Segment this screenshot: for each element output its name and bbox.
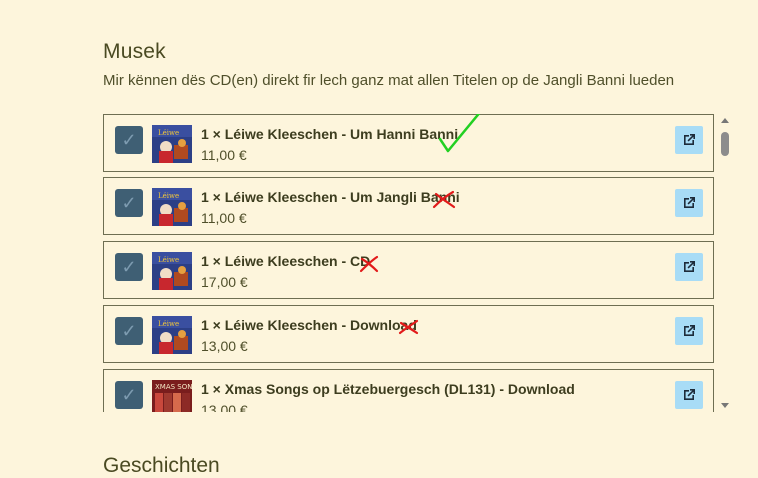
list-item: ✓ Léiwe 1 × Léiwe Kleeschen - Um Hanni B… bbox=[103, 114, 714, 172]
item-name: 1 × Léiwe Kleeschen - Um Hanni Banni bbox=[201, 126, 459, 142]
item-checkbox[interactable]: ✓ bbox=[115, 189, 143, 217]
music-section: Musek Mir kënnen dës CD(en) direkt fir l… bbox=[103, 40, 733, 89]
scroll-down-icon[interactable] bbox=[721, 403, 729, 408]
svg-text:Léiwe: Léiwe bbox=[158, 320, 179, 328]
list-item: ✓ Léiwe 1 × Léiwe Kleeschen - CD 17,00 € bbox=[103, 241, 714, 299]
checkmark-icon: ✓ bbox=[121, 321, 137, 341]
album-cover-thumbnail: XMAS SONGS bbox=[152, 380, 192, 412]
checkmark-icon: ✓ bbox=[121, 130, 137, 150]
external-link-icon bbox=[684, 261, 695, 272]
green-check-annotation bbox=[438, 114, 481, 153]
item-name: 1 × Léiwe Kleeschen - Um Jangli Banni bbox=[201, 189, 460, 205]
red-cross-annotation bbox=[359, 255, 379, 273]
svg-text:Léiwe: Léiwe bbox=[158, 192, 179, 200]
item-price: 11,00 € bbox=[201, 147, 247, 163]
open-external-button[interactable] bbox=[675, 317, 703, 345]
scrollbar-thumb[interactable] bbox=[721, 132, 729, 156]
album-cover-thumbnail: Léiwe bbox=[152, 316, 192, 354]
open-external-button[interactable] bbox=[675, 253, 703, 281]
red-cross-annotation bbox=[398, 319, 419, 335]
svg-text:Léiwe: Léiwe bbox=[158, 256, 179, 264]
list-item: ✓ Léiwe 1 × Léiwe Kleeschen - Download 1… bbox=[103, 305, 714, 363]
list-item: ✓ Léiwe 1 × Léiwe Kleeschen - Um Jangli … bbox=[103, 177, 714, 235]
external-link-icon bbox=[684, 197, 695, 208]
item-checkbox[interactable]: ✓ bbox=[115, 253, 143, 281]
open-external-button[interactable] bbox=[675, 126, 703, 154]
item-price: 13,00 € bbox=[201, 338, 248, 354]
checkmark-icon: ✓ bbox=[121, 193, 137, 213]
external-link-icon bbox=[684, 134, 695, 145]
checkmark-icon: ✓ bbox=[121, 385, 137, 405]
scroll-up-icon[interactable] bbox=[721, 118, 729, 123]
open-external-button[interactable] bbox=[675, 381, 703, 409]
external-link-icon bbox=[684, 325, 695, 336]
item-price: 13,00 € bbox=[201, 402, 248, 412]
album-cover-thumbnail: Léiwe bbox=[152, 252, 192, 290]
svg-text:Léiwe: Léiwe bbox=[158, 129, 179, 137]
item-name: 1 × Léiwe Kleeschen - CD bbox=[201, 253, 371, 269]
item-price: 17,00 € bbox=[201, 274, 248, 290]
svg-text:XMAS SONGS: XMAS SONGS bbox=[155, 383, 192, 391]
item-checkbox[interactable]: ✓ bbox=[115, 381, 143, 409]
album-cover-thumbnail: Léiwe bbox=[152, 188, 192, 226]
section-subtitle: Mir kënnen dës CD(en) direkt fir lech ga… bbox=[103, 72, 675, 89]
section-title: Musek bbox=[103, 40, 166, 63]
open-external-button[interactable] bbox=[675, 189, 703, 217]
album-cover-thumbnail: Léiwe bbox=[152, 125, 192, 163]
item-name: 1 × Léiwe Kleeschen - Download bbox=[201, 317, 417, 333]
item-checkbox[interactable]: ✓ bbox=[115, 317, 143, 345]
red-cross-annotation bbox=[432, 190, 456, 209]
next-section-title: Geschichten bbox=[103, 454, 220, 477]
item-checkbox[interactable]: ✓ bbox=[115, 126, 143, 154]
checkmark-icon: ✓ bbox=[121, 257, 137, 277]
item-price: 11,00 € bbox=[201, 210, 247, 226]
list-item: ✓ XMAS SONGS 1 × Xmas Songs op Lëtzebuer… bbox=[103, 369, 714, 412]
item-name: 1 × Xmas Songs op Lëtzebuergesch (DL131)… bbox=[201, 381, 575, 397]
product-list[interactable]: ✓ Léiwe 1 × Léiwe Kleeschen - Um Hanni B… bbox=[103, 114, 733, 412]
external-link-icon bbox=[684, 389, 695, 400]
list-scrollbar[interactable] bbox=[718, 114, 732, 412]
